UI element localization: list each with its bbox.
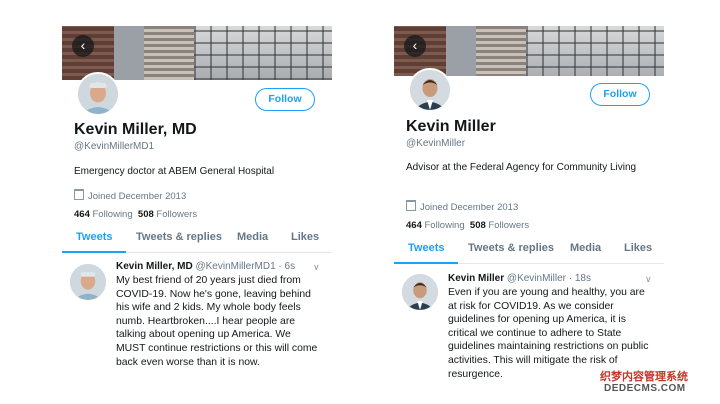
profile-tabs: Tweets Tweets & replies Media Likes	[394, 239, 664, 264]
tweet-avatar[interactable]	[402, 274, 438, 310]
tab-media[interactable]: Media	[237, 231, 268, 243]
back-arrow-icon[interactable]: ‹	[72, 35, 94, 57]
tweet-text: My best friend of 20 years just died fro…	[116, 275, 318, 368]
tweet-author-name[interactable]: Kevin Miller, MD	[116, 261, 193, 272]
tab-tweets-replies[interactable]: Tweets & replies	[136, 231, 222, 243]
tab-tweets-replies[interactable]: Tweets & replies	[468, 242, 554, 254]
profile-card-advisor: ‹ Follow Kevin Miller @KevinMiller Advis…	[394, 26, 664, 396]
following-link[interactable]: 464 Following	[74, 209, 133, 220]
profile-bio: Emergency doctor at ABEM General Hospita…	[74, 166, 275, 177]
display-name: Kevin Miller	[406, 118, 496, 135]
tweet-handle-time: @KevinMiller · 18s	[506, 273, 591, 284]
follow-button[interactable]: Follow	[590, 83, 650, 106]
active-tab-indicator	[394, 262, 458, 264]
tab-likes[interactable]: Likes	[624, 242, 652, 254]
following-link[interactable]: 464 Following	[406, 220, 465, 231]
tweet-header: Kevin Miller @KevinMiller · 18s	[448, 273, 591, 284]
calendar-icon	[74, 189, 84, 200]
joined-date: Joined December 2013	[74, 189, 186, 202]
follow-button[interactable]: Follow	[255, 88, 315, 111]
profile-bio: Advisor at the Federal Agency for Commun…	[406, 162, 637, 173]
profile-card-doctor: ‹ Follow Kevin Miller, MD @KevinMillerMD…	[62, 26, 332, 396]
avatar[interactable]	[408, 68, 452, 112]
tweet-handle-time: @KevinMillerMD1 · 6s	[195, 261, 296, 272]
watermark-cn: 织梦内容管理系统	[600, 371, 688, 383]
tab-likes[interactable]: Likes	[291, 231, 319, 243]
follow-stats: 464 Following 508 Followers	[406, 220, 529, 231]
followers-link[interactable]: 508 Followers	[138, 209, 197, 220]
display-name: Kevin Miller, MD	[74, 121, 197, 138]
chevron-down-icon[interactable]: ∨	[313, 262, 320, 273]
calendar-icon	[406, 200, 416, 211]
username-handle: @KevinMillerMD1	[74, 141, 155, 152]
back-arrow-icon[interactable]: ‹	[404, 35, 426, 57]
tweet-text: Even if you are young and healthy, you a…	[448, 287, 649, 380]
follow-stats: 464 Following 508 Followers	[74, 209, 197, 220]
tab-media[interactable]: Media	[570, 242, 601, 254]
tab-tweets[interactable]: Tweets	[408, 242, 444, 254]
tweet-header: Kevin Miller, MD @KevinMillerMD1 · 6s	[116, 261, 295, 272]
joined-date: Joined December 2013	[406, 200, 518, 213]
profile-tabs: Tweets Tweets & replies Media Likes	[62, 228, 332, 253]
avatar[interactable]	[76, 72, 120, 116]
tweet-author-name[interactable]: Kevin Miller	[448, 273, 504, 284]
tab-tweets[interactable]: Tweets	[76, 231, 112, 243]
tweet-avatar[interactable]	[70, 264, 106, 300]
username-handle: @KevinMiller	[406, 138, 466, 149]
watermark-site: DEDECMS.COM	[604, 383, 686, 394]
active-tab-indicator	[62, 251, 126, 253]
followers-link[interactable]: 508 Followers	[470, 220, 529, 231]
chevron-down-icon[interactable]: ∨	[645, 274, 652, 285]
